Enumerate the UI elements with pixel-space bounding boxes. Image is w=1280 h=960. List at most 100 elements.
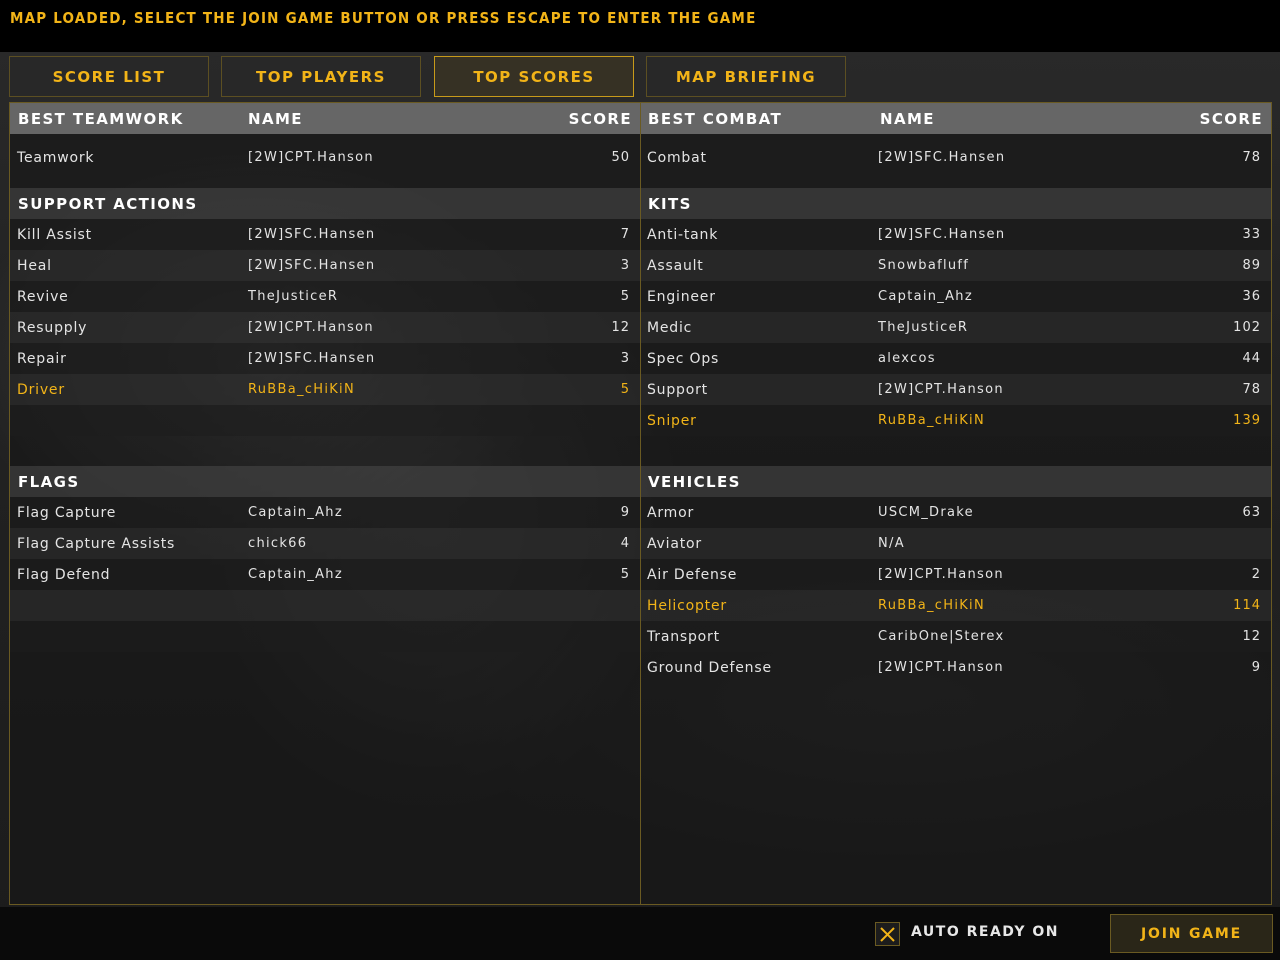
row-player-name: [2W]CPT.Hanson [248,150,374,165]
row-player-name: CaribOne|Sterex [878,629,1005,644]
table-row: Anti-tank [2W]SFC.Hansen 33 [641,219,1271,250]
table-row: Aviator N/A [641,528,1271,559]
row-category: Spec Ops [647,350,720,367]
column-header-category: BEST COMBAT [648,109,783,128]
row-player-name: RuBBa_cHiKiN [878,598,985,613]
table-row: Repair [2W]SFC.Hansen 3 [10,343,640,374]
row-player-name: Captain_Ahz [878,289,973,304]
table-row: Teamwork [2W]CPT.Hanson 50 [10,142,640,173]
table-row: Combat [2W]SFC.Hansen 78 [641,142,1271,173]
table-row: Engineer Captain_Ahz 36 [641,281,1271,312]
table-row: Air Defense [2W]CPT.Hanson 2 [641,559,1271,590]
table-row-highlighted: Helicopter RuBBa_cHiKiN 114 [641,590,1271,621]
row-player-name: [2W]SFC.Hansen [248,351,376,366]
row-player-name: [2W]CPT.Hanson [248,320,374,335]
section-title: VEHICLES [648,472,741,491]
row-category: Assault [647,257,704,274]
table-row: Support [2W]CPT.Hanson 78 [641,374,1271,405]
empty-row [10,621,640,652]
table-row: Heal [2W]SFC.Hansen 3 [10,250,640,281]
tab-map-briefing[interactable]: MAP BRIEFING [646,56,846,97]
table-row-highlighted: Sniper RuBBa_cHiKiN 139 [641,405,1271,436]
column-header-category: BEST TEAMWORK [18,109,184,128]
row-category: Resupply [17,319,88,336]
section-header-row: VEHICLES [641,466,1271,497]
section-header-row: KITS [641,188,1271,219]
row-score: 78 [1242,150,1261,165]
status-message: MAP LOADED, SELECT THE JOIN GAME BUTTON … [10,9,757,27]
row-player-name: [2W]SFC.Hansen [878,227,1006,242]
row-score: 78 [1242,382,1261,397]
row-category: Medic [647,319,693,336]
table-row: Spec Ops alexcos 44 [641,343,1271,374]
table-row: Resupply [2W]CPT.Hanson 12 [10,312,640,343]
row-player-name: [2W]CPT.Hanson [878,567,1004,582]
tab-score-list[interactable]: SCORE LIST [9,56,209,97]
row-score: 5 [620,382,630,397]
row-category: Aviator [647,535,702,552]
row-player-name: [2W]SFC.Hansen [878,150,1006,165]
row-player-name: chick66 [248,536,308,551]
row-score: 89 [1242,258,1261,273]
row-category: Flag Defend [17,566,111,583]
section-header-row: FLAGS [10,466,640,497]
row-player-name: RuBBa_cHiKiN [248,382,355,397]
column-header-score: SCORE [1199,109,1263,128]
tab-top-players[interactable]: TOP PLAYERS [221,56,421,97]
row-category: Flag Capture Assists [17,535,176,552]
column-header-score: SCORE [568,109,632,128]
row-category: Engineer [647,288,716,305]
column-header-name: NAME [248,109,303,128]
table-row: Armor USCM_Drake 63 [641,497,1271,528]
section-title: KITS [648,194,692,213]
row-score: 114 [1233,598,1261,613]
row-score: 12 [1242,629,1261,644]
empty-row [10,590,640,621]
teamwork-column: BEST TEAMWORK NAME SCORE Teamwork [2W]CP… [10,103,641,904]
row-category: Teamwork [17,149,95,166]
row-player-name: N/A [878,536,905,551]
table-row-highlighted: Driver RuBBa_cHiKiN 5 [10,374,640,405]
row-category: Driver [17,381,65,398]
row-score: 50 [611,150,630,165]
auto-ready-label: AUTO READY ON [911,924,1060,940]
section-title: FLAGS [18,472,80,491]
row-category: Armor [647,504,695,521]
row-category: Helicopter [647,597,727,614]
row-score: 102 [1233,320,1261,335]
empty-row [10,405,640,436]
table-row: Medic TheJusticeR 102 [641,312,1271,343]
row-score: 12 [611,320,630,335]
row-player-name: [2W]CPT.Hanson [878,382,1004,397]
row-score: 4 [620,536,630,551]
row-score: 9 [620,505,630,520]
section-header-row: SUPPORT ACTIONS [10,188,640,219]
row-category: Repair [17,350,67,367]
table-row: Flag Capture Assists chick66 4 [10,528,640,559]
table-row: Assault Snowbafluff 89 [641,250,1271,281]
row-score: 63 [1242,505,1261,520]
row-category: Support [647,381,708,398]
checkmark-x-icon [880,926,895,942]
row-player-name: TheJusticeR [878,320,969,335]
row-player-name: Captain_Ahz [248,505,343,520]
row-player-name: Captain_Ahz [248,567,343,582]
row-category: Flag Capture [17,504,117,521]
row-score: 139 [1233,413,1261,428]
combat-column: BEST COMBAT NAME SCORE Combat [2W]SFC.Ha… [641,103,1271,904]
table-row: Kill Assist [2W]SFC.Hansen 7 [10,219,640,250]
row-score: 3 [620,351,630,366]
tab-top-scores[interactable]: TOP SCORES [434,56,634,97]
teamwork-header-row: BEST TEAMWORK NAME SCORE [10,103,640,134]
table-row: Ground Defense [2W]CPT.Hanson 9 [641,652,1271,683]
join-game-button[interactable]: JOIN GAME [1110,914,1273,953]
row-score: 5 [620,289,630,304]
row-player-name: [2W]CPT.Hanson [878,660,1004,675]
auto-ready-checkbox[interactable] [875,922,900,946]
row-player-name: alexcos [878,351,936,366]
row-category: Ground Defense [647,659,772,676]
column-header-name: NAME [880,109,935,128]
row-category: Air Defense [647,566,738,583]
table-row: Flag Defend Captain_Ahz 5 [10,559,640,590]
row-category: Revive [17,288,69,305]
